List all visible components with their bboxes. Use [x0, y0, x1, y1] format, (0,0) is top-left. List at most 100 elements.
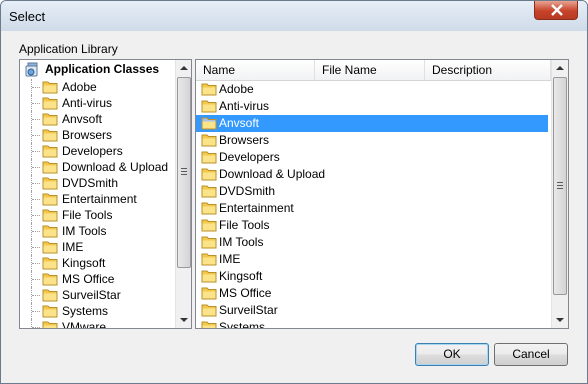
tree-item[interactable]: Developers	[20, 143, 175, 159]
tree-content: Application Classes Adobe Anti-virus Anvso…	[20, 60, 175, 328]
list-row-label: Kingsoft	[219, 269, 263, 283]
list-row[interactable]: Adobe	[196, 81, 548, 98]
select-dialog: Select Application Library Application C…	[0, 0, 588, 384]
list-row[interactable]: DVDSmith	[196, 183, 548, 200]
tree-item[interactable]: Download & Upload	[20, 159, 175, 175]
window-title: Select	[9, 9, 46, 24]
tree-item[interactable]: Systems	[20, 303, 175, 319]
list-row-label: MS Office	[219, 286, 272, 300]
list-row[interactable]: SurveilStar	[196, 302, 548, 319]
tree-item[interactable]: Entertainment	[20, 191, 175, 207]
application-tree[interactable]: Application Classes Adobe Anti-virus Anvso…	[19, 59, 192, 329]
scroll-down-arrow-icon[interactable]	[176, 312, 192, 328]
tree-root-label: Application Classes	[45, 62, 160, 76]
tree-item-label: MS Office	[62, 272, 115, 286]
folder-icon	[42, 177, 58, 190]
tree-item[interactable]: IM Tools	[20, 223, 175, 239]
folder-icon	[42, 161, 58, 174]
folder-icon	[201, 83, 217, 96]
list-header: Name File Name Description	[196, 60, 551, 81]
tree-item[interactable]: MS Office	[20, 271, 175, 287]
list-row[interactable]: File Tools	[196, 217, 548, 234]
list-row-label: Anvsoft	[219, 116, 260, 130]
list-row[interactable]: Entertainment	[196, 200, 548, 217]
list-row[interactable]: Anti-virus	[196, 98, 548, 115]
list-row[interactable]: Browsers	[196, 132, 548, 149]
folder-icon	[42, 113, 58, 126]
tree-item-label: Developers	[62, 144, 123, 158]
scroll-up-arrow-icon[interactable]	[552, 60, 568, 76]
tree-item[interactable]: Browsers	[20, 127, 175, 143]
list-row[interactable]: Download & Upload	[196, 166, 548, 183]
list-row-label: IM Tools	[219, 235, 264, 249]
tree-item-label: Systems	[62, 304, 109, 318]
list-row[interactable]: Developers	[196, 149, 548, 166]
list-row-label: SurveilStar	[219, 303, 278, 317]
application-list[interactable]: Name File Name Description Adobe Anti-vir…	[195, 59, 569, 329]
list-scroll-thumb[interactable]	[553, 77, 567, 295]
list-row-label: Adobe	[219, 82, 254, 96]
column-header-file-name[interactable]: File Name	[315, 60, 425, 80]
list-row-label: Anti-virus	[219, 99, 270, 113]
folder-icon	[201, 202, 217, 215]
folder-icon	[42, 81, 58, 94]
folder-icon	[201, 321, 217, 328]
tree-item-label: File Tools	[62, 208, 113, 222]
cancel-button[interactable]: Cancel	[494, 343, 568, 366]
folder-icon	[42, 225, 58, 238]
list-scrollbar[interactable]	[551, 60, 568, 328]
tree-item[interactable]: DVDSmith	[20, 175, 175, 191]
tree-item[interactable]: Anvsoft	[20, 111, 175, 127]
folder-icon	[42, 305, 58, 318]
list-row[interactable]: IME	[196, 251, 548, 268]
list-row[interactable]: IM Tools	[196, 234, 548, 251]
list-row[interactable]: MS Office	[196, 285, 548, 302]
tree-item-label: Browsers	[62, 128, 113, 142]
folder-icon	[42, 193, 58, 206]
folder-icon	[201, 117, 217, 130]
title-bar[interactable]: Select	[1, 1, 587, 31]
tree-item-label: DVDSmith	[62, 176, 119, 190]
ok-button[interactable]: OK	[415, 343, 489, 366]
close-icon	[551, 4, 563, 16]
scroll-down-arrow-icon[interactable]	[552, 312, 568, 328]
tree-item[interactable]: Anti-virus	[20, 95, 175, 111]
tree-item-label: IME	[62, 240, 84, 254]
list-row[interactable]: Systems	[196, 319, 548, 328]
folder-icon	[42, 321, 58, 328]
folder-icon	[42, 241, 58, 254]
tree-item-label: Download & Upload	[62, 160, 169, 174]
tree-item-label: Kingsoft	[62, 256, 106, 270]
folder-icon	[201, 168, 217, 181]
tree-item[interactable]: VMware	[20, 319, 175, 328]
close-button[interactable]	[534, 1, 578, 20]
folder-icon	[42, 97, 58, 110]
tree-item-label: IM Tools	[62, 224, 107, 238]
folder-icon	[42, 129, 58, 142]
tree-item-label: Anti-virus	[62, 96, 113, 110]
tree-item[interactable]: Kingsoft	[20, 255, 175, 271]
list-row[interactable]: Anvsoft	[196, 115, 548, 132]
tree-item[interactable]: File Tools	[20, 207, 175, 223]
tree-scroll-thumb[interactable]	[177, 77, 191, 268]
tree-item[interactable]: IME	[20, 239, 175, 255]
application-classes-icon	[25, 62, 38, 77]
tree-item[interactable]: SurveilStar	[20, 287, 175, 303]
tree-scrollbar[interactable]	[175, 60, 191, 328]
folder-icon	[201, 287, 217, 300]
folder-icon	[42, 273, 58, 286]
tree-item-label: VMware	[62, 320, 107, 328]
scroll-up-arrow-icon[interactable]	[176, 60, 192, 76]
tree-item[interactable]: Adobe	[20, 79, 175, 95]
tree-item-label: SurveilStar	[62, 288, 121, 302]
folder-icon	[42, 289, 58, 302]
folder-icon	[201, 253, 217, 266]
dialog-body: Application Library Application Classes …	[8, 31, 580, 378]
column-header-name[interactable]: Name	[196, 60, 315, 80]
column-header-description[interactable]: Description	[425, 60, 551, 80]
folder-icon	[42, 209, 58, 222]
tree-item-label: Anvsoft	[62, 112, 103, 126]
list-row[interactable]: Kingsoft	[196, 268, 548, 285]
folder-icon	[201, 219, 217, 232]
list-row-label: Browsers	[219, 133, 270, 147]
